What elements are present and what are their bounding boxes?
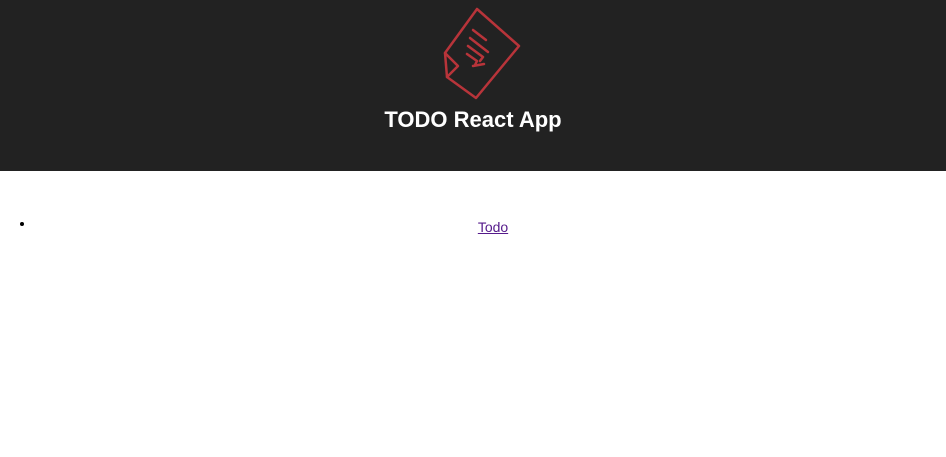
app-title: TODO React App xyxy=(384,107,562,132)
list-bullet xyxy=(20,222,24,226)
nav-list: Todo xyxy=(0,216,946,238)
app-header: TODO React App xyxy=(0,0,946,171)
todo-document-icon xyxy=(443,7,521,100)
todo-link[interactable]: Todo xyxy=(478,216,508,238)
nav-item-todo: Todo xyxy=(0,216,946,238)
